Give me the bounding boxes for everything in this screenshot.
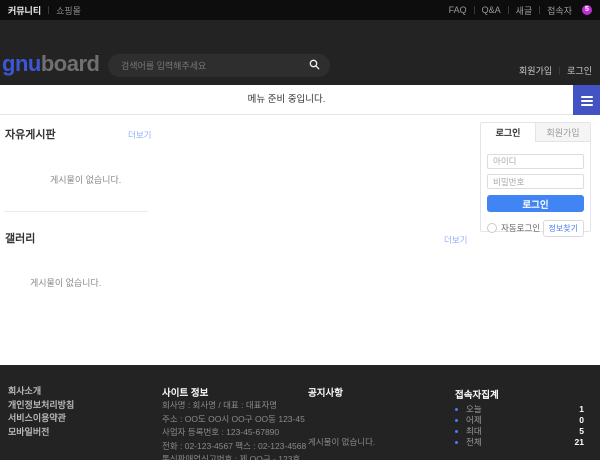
gallery-empty-text: 게시물이 없습니다.	[30, 276, 101, 289]
footer-link-company[interactable]: 회사소개	[8, 387, 74, 396]
visitor-stat-row: 오늘 1	[455, 406, 584, 412]
site-footer: 회사소개 개인정보처리방침 서비스이용약관 모바일버전 사이트 정보 회사명 :…	[0, 365, 600, 460]
footer-link-terms[interactable]: 서비스이용약관	[8, 414, 74, 423]
login-submit-button[interactable]: 로그인	[487, 195, 584, 212]
divider	[474, 6, 475, 14]
top-utility-bar: 커뮤니티 쇼핑몰 FAQ Q&A 새글 접속자 5	[0, 0, 600, 20]
site-header: gnuboard 회원가입 로그인	[0, 20, 600, 85]
stat-value-today: 1	[579, 404, 584, 414]
site-info-company: 회사명 : 회사명 / 대표 : 대표자명	[162, 399, 307, 413]
stat-value-max: 5	[579, 426, 584, 436]
gallery-title: 갤러리	[5, 230, 35, 246]
nav-community[interactable]: 커뮤니티	[8, 4, 41, 17]
notice-title: 공지사항	[308, 385, 375, 399]
search-input[interactable]	[121, 61, 309, 71]
divider	[559, 67, 560, 75]
login-id-field[interactable]	[487, 154, 584, 169]
auto-login-checkbox[interactable]: 자동로그인	[487, 222, 540, 234]
visitor-stats-title: 접속자집계	[455, 387, 584, 401]
hamburger-menu-button[interactable]	[573, 85, 600, 115]
nav-faq[interactable]: FAQ	[449, 5, 467, 15]
tab-login[interactable]: 로그인	[481, 123, 535, 142]
logo-text-gnu: gnu	[2, 51, 41, 76]
site-logo[interactable]: gnuboard	[2, 51, 99, 77]
free-board-title: 자유게시판	[5, 126, 56, 142]
stat-value-total: 21	[575, 437, 584, 447]
auto-login-label: 자동로그인	[501, 222, 540, 234]
stat-label-total: 전체	[466, 436, 482, 448]
stat-value-yesterday: 0	[579, 415, 584, 425]
nav-qna[interactable]: Q&A	[482, 5, 501, 15]
footer-link-mobile[interactable]: 모바일버전	[8, 428, 74, 437]
search-bar	[108, 54, 330, 77]
nav-new-posts[interactable]: 새글	[516, 4, 533, 17]
tab-signup[interactable]: 회원가입	[535, 123, 590, 142]
site-info-address: 주소 : OO도 OO시 OO구 OO동 123-45	[162, 413, 307, 427]
main-content: 자유게시판 더보기 게시물이 없습니다. 갤러리 더보기 게시물이 없습니다. …	[0, 115, 600, 364]
free-board-more-link[interactable]: 더보기	[128, 129, 151, 141]
nav-visitors[interactable]: 접속자	[547, 4, 572, 17]
find-info-button[interactable]: 정보찾기	[543, 220, 584, 237]
nav-shop[interactable]: 쇼핑몰	[56, 4, 81, 17]
login-widget: 로그인 회원가입 로그인 자동로그인 정보찾기	[480, 122, 591, 232]
menu-notice-text: 메뉴 준비 중입니다.	[0, 85, 573, 115]
visitor-stat-row: 전체 21	[455, 439, 584, 445]
site-info-business-no: 사업자 등록번호 : 123-45-67890	[162, 426, 307, 440]
main-menu-bar: 메뉴 준비 중입니다.	[0, 85, 600, 115]
bullet-icon	[455, 430, 458, 433]
signup-link[interactable]: 회원가입	[519, 64, 552, 77]
search-button[interactable]	[309, 58, 320, 73]
site-info-phone: 전화 : 02-123-4567 팩스 : 02-123-4568	[162, 440, 307, 454]
site-info-title: 사이트 정보	[162, 385, 307, 399]
bullet-icon	[455, 419, 458, 422]
visitor-stat-row: 어제 0	[455, 417, 584, 423]
divider	[48, 6, 49, 14]
login-password-field[interactable]	[487, 174, 584, 189]
notice-empty-text: 게시물이 없습니다.	[308, 436, 375, 448]
checkbox-icon	[487, 223, 497, 233]
section-divider	[4, 211, 148, 212]
visitor-count-badge: 5	[582, 5, 592, 15]
site-info-sales-no: 통신판매업신고번호 : 제 OO구 - 123호	[162, 453, 307, 460]
gallery-more-link[interactable]: 더보기	[444, 234, 467, 246]
divider	[539, 6, 540, 14]
login-link[interactable]: 로그인	[567, 64, 592, 77]
logo-text-board: board	[41, 51, 100, 76]
bullet-icon	[455, 408, 458, 411]
footer-link-privacy[interactable]: 개인정보처리방침	[8, 401, 74, 410]
free-board-empty-text: 게시물이 없습니다.	[50, 173, 121, 186]
bullet-icon	[455, 441, 458, 444]
divider	[508, 6, 509, 14]
search-icon	[309, 58, 320, 73]
visitor-stat-row: 최대 5	[455, 428, 584, 434]
